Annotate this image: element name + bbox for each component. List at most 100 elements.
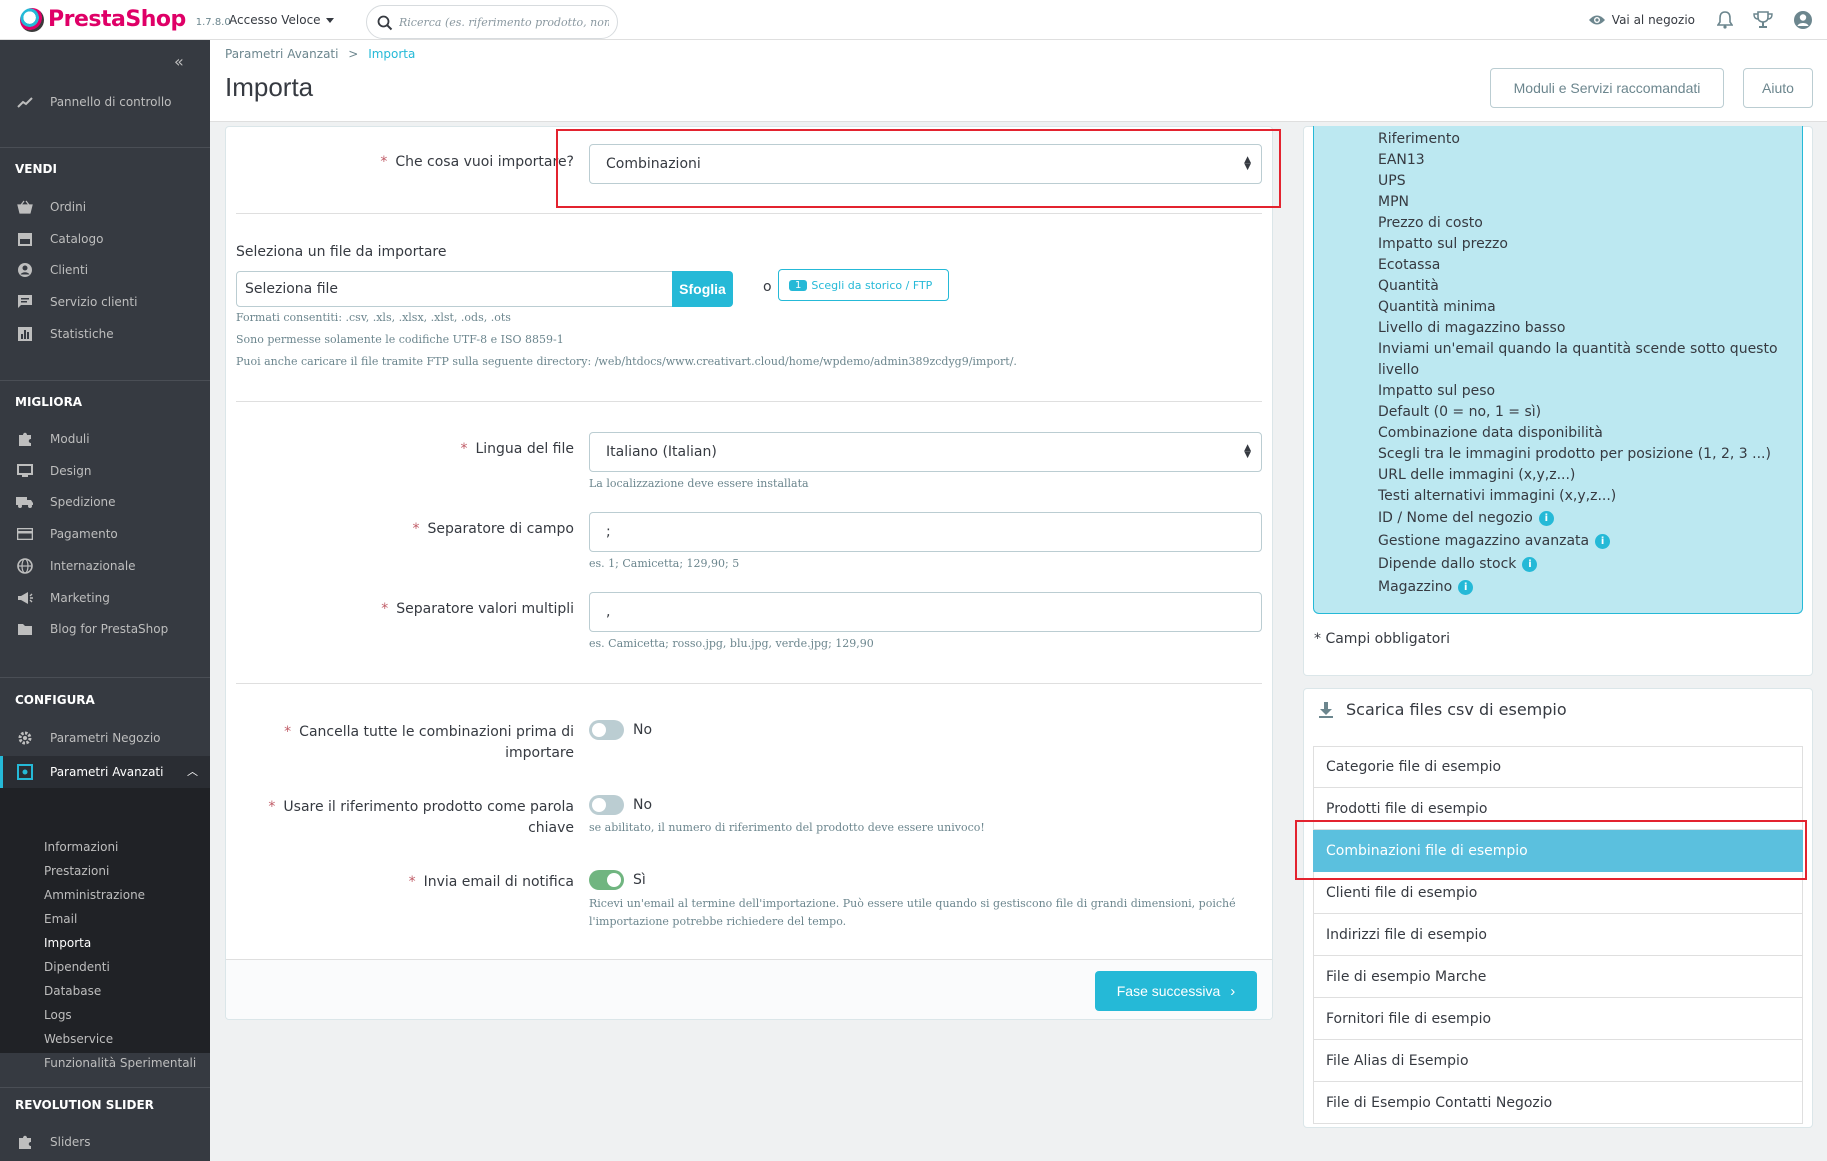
submenu-item-employees[interactable]: Dipendenti [44, 960, 110, 974]
brand-version: 1.7.8.0 [195, 17, 231, 28]
prestashop-logo[interactable]: PrestaShop 1.7.8.0 [20, 7, 231, 32]
field-item: Quantità minima [1378, 299, 1496, 315]
sidebar-item-dashboard[interactable]: Pannello di controllo [0, 88, 210, 116]
sidebar-item-sliders[interactable]: Sliders [0, 1128, 210, 1156]
sidebar-item-label: Internazionale [50, 559, 136, 573]
info-icon[interactable]: i [1595, 533, 1611, 549]
browse-button[interactable]: Sfoglia [672, 271, 733, 307]
multiple-value-separator-input[interactable]: , [589, 592, 1262, 632]
sidebar-item-payment[interactable]: Pagamento [0, 520, 210, 548]
field-item: Livello di magazzino basso [1378, 320, 1566, 336]
search-input[interactable] [399, 12, 609, 32]
download-icon [1319, 701, 1333, 718]
sidebar-item-modules[interactable]: Moduli [0, 425, 210, 453]
gear-icon [16, 730, 34, 746]
sample-file-aliases[interactable]: File Alias di Esempio [1313, 1040, 1803, 1082]
sidebar-item-customers[interactable]: Clienti [0, 256, 210, 284]
store-icon [16, 231, 34, 247]
advanced-submenu [0, 788, 210, 1053]
sidebar-item-orders[interactable]: Ordini [0, 193, 210, 221]
multiple-value-separator-value: , [606, 604, 611, 620]
field-separator-label: * Separatore di campo [412, 521, 574, 537]
sidebar-item-design[interactable]: Design [0, 457, 210, 485]
history-ftp-button[interactable]: 1 Scegli da storico / FTP [778, 269, 949, 301]
delete-combinations-toggle[interactable] [589, 720, 624, 740]
collapse-sidebar-icon[interactable]: « [174, 52, 184, 71]
quick-access-dropdown[interactable]: Accesso Veloce [229, 13, 334, 27]
field-item: UPS [1378, 173, 1406, 189]
field-separator-input[interactable]: ; [589, 512, 1262, 552]
puzzle-icon [16, 1134, 34, 1150]
breadcrumb-parent[interactable]: Parametri Avanzati [225, 47, 338, 61]
sidebar-item-shop-parameters[interactable]: Parametri Negozio [0, 724, 210, 752]
top-bar: PrestaShop 1.7.8.0 Accesso Veloce Vai al… [0, 0, 1827, 40]
file-language-label: * Lingua del file [460, 441, 574, 457]
info-icon[interactable]: i [1538, 510, 1554, 526]
user-account-button[interactable] [1793, 10, 1813, 30]
submenu-item-database[interactable]: Database [44, 984, 101, 998]
visit-store-label: Vai al negozio [1611, 13, 1695, 27]
next-step-label: Fase successiva [1116, 983, 1221, 999]
field-item: Prezzo di costo [1378, 215, 1483, 231]
select-arrows-icon: ▲ ▼ [1244, 443, 1251, 460]
what-import-label: * Che cosa vuoi importare? [380, 154, 574, 170]
use-reference-key-toggle[interactable] [589, 795, 624, 815]
info-icon[interactable]: i [1522, 556, 1538, 572]
submenu-item-webservice[interactable]: Webservice [44, 1032, 113, 1046]
breadcrumb-current[interactable]: Importa [368, 47, 415, 61]
sidebar-item-customer-service[interactable]: Servizio clienti [0, 288, 210, 316]
sidebar-item-shipping[interactable]: Spedizione [0, 488, 210, 516]
sidebar-item-label: Sliders [50, 1135, 91, 1149]
sidebar-item-label: Parametri Avanzati [50, 765, 164, 779]
account-circle-icon [16, 262, 34, 278]
brand-name: PrestaShop [48, 7, 186, 32]
sample-file-store-contacts[interactable]: File di Esempio Contatti Negozio [1313, 1082, 1803, 1124]
language-select[interactable]: Italiano (Italian) ▲ ▼ [589, 432, 1262, 472]
submenu-item-information[interactable]: Informazioni [44, 840, 118, 854]
page-header: Parametri Avanzati > Importa Importa Mod… [210, 40, 1827, 122]
globe-icon [16, 558, 34, 574]
eye-icon [1588, 15, 1605, 25]
field-item-with-info: ID / Nome del negozio i [1378, 508, 1554, 529]
send-notification-toggle[interactable] [589, 870, 624, 890]
divider [0, 147, 210, 148]
sample-file-categories[interactable]: Categorie file di esempio [1313, 746, 1803, 788]
visit-store-link[interactable]: Vai al negozio [1588, 13, 1695, 27]
file-input[interactable]: Seleziona file [236, 271, 673, 307]
user-icon [1794, 11, 1812, 29]
recommended-modules-button[interactable]: Moduli e Servizi raccomandati [1490, 68, 1724, 108]
help-formats: Formati consentiti: .csv, .xls, .xlsx, .… [236, 311, 511, 324]
field-item: Inviami un'email quando la quantità scen… [1378, 341, 1778, 357]
trophy-icon [1753, 11, 1773, 28]
next-step-button[interactable]: Fase successiva › [1095, 971, 1257, 1011]
sample-file-addresses[interactable]: Indirizzi file di esempio [1313, 914, 1803, 956]
sidebar-item-label: Catalogo [50, 232, 104, 246]
sidebar-item-advanced-parameters[interactable]: Parametri Avanzati ︿ [0, 756, 210, 788]
help-button[interactable]: Aiuto [1743, 68, 1813, 108]
section-configure: CONFIGURA [15, 693, 95, 707]
info-icon[interactable]: i [1458, 579, 1474, 595]
field-item: livello [1378, 362, 1420, 378]
trophy-button[interactable] [1753, 11, 1773, 29]
submenu-item-import[interactable]: Importa [44, 936, 91, 950]
submenu-item-logs[interactable]: Logs [44, 1008, 72, 1022]
sidebar-item-catalog[interactable]: Catalogo [0, 225, 210, 253]
section-revolution-slider: REVOLUTION SLIDER [15, 1098, 154, 1112]
sidebar-item-blog[interactable]: Blog for PrestaShop [0, 615, 210, 643]
sidebar-item-label: Design [50, 464, 92, 478]
submenu-item-email[interactable]: Email [44, 912, 77, 926]
submenu-item-administration[interactable]: Amministrazione [44, 888, 145, 902]
field-item: Testi alternativi immagini (x,y,z...) [1378, 488, 1617, 504]
sample-file-suppliers[interactable]: Fornitori file di esempio [1313, 998, 1803, 1040]
sidebar-item-stats[interactable]: Statistiche [0, 320, 210, 348]
sidebar-item-marketing[interactable]: Marketing [0, 584, 210, 612]
sample-file-brands[interactable]: File di esempio Marche [1313, 956, 1803, 998]
search-box[interactable] [366, 5, 618, 39]
sidebar-item-label: Pagamento [50, 527, 118, 541]
submenu-item-experimental[interactable]: Funzionalità Sperimentali [44, 1056, 196, 1070]
field-item: EAN13 [1378, 152, 1425, 168]
chat-icon [16, 294, 34, 310]
notifications-button[interactable] [1717, 11, 1733, 29]
submenu-item-performance[interactable]: Prestazioni [44, 864, 109, 878]
sidebar-item-international[interactable]: Internazionale [0, 552, 210, 580]
